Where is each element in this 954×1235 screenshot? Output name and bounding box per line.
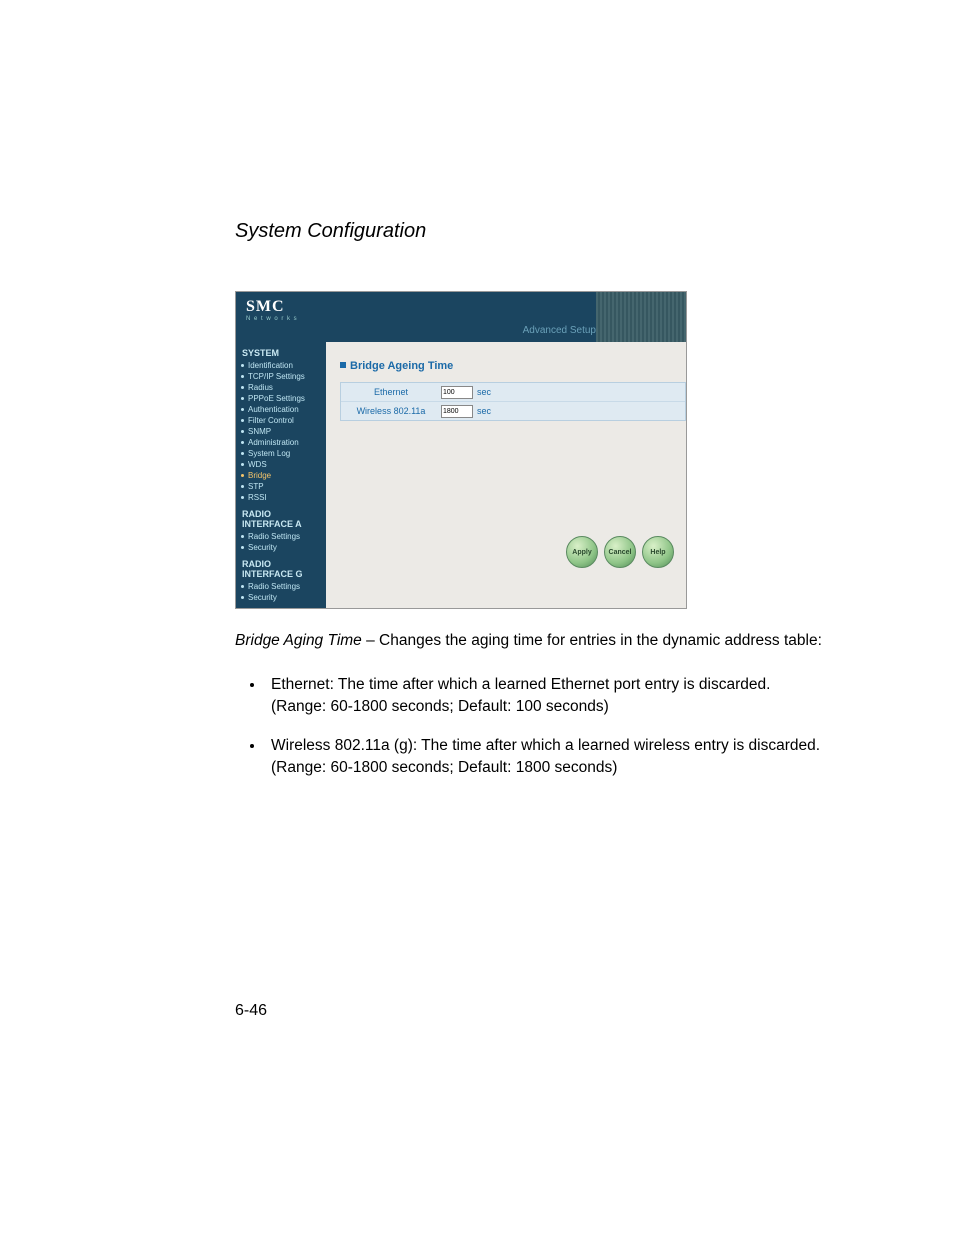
list-item: Ethernet: The time after which a learned… <box>265 674 829 719</box>
sidebar-item-stp[interactable]: STP <box>236 481 326 492</box>
sidebar-item-tcpip[interactable]: TCP/IP Settings <box>236 371 326 382</box>
sidebar-item-pppoe[interactable]: PPPoE Settings <box>236 393 326 404</box>
sidebar-item-systemlog[interactable]: System Log <box>236 448 326 459</box>
sidebar-group-radio-g: RADIO INTERFACE G <box>236 553 326 581</box>
table-row: Ethernet sec <box>341 383 685 401</box>
row-label-wireless: Wireless 802.11a <box>341 406 441 416</box>
brand-subtext: N e t w o r k s <box>246 316 298 322</box>
ethernet-age-input[interactable] <box>441 386 473 399</box>
ageing-table: Ethernet sec Wireless 802.11a sec <box>340 382 686 421</box>
sidebar-item-radio-g-security[interactable]: Security <box>236 592 326 603</box>
sidebar-item-snmp[interactable]: SNMP <box>236 426 326 437</box>
table-row: Wireless 802.11a sec <box>341 401 685 420</box>
panel-title-text: Bridge Ageing Time <box>350 360 453 372</box>
bullet-list: Ethernet: The time after which a learned… <box>235 674 829 780</box>
unit-label: sec <box>477 387 491 397</box>
intro-term: Bridge Aging Time <box>235 632 362 649</box>
sidebar-item-radio-a-settings[interactable]: Radio Settings <box>236 531 326 542</box>
sidebar-item-radio-a-security[interactable]: Security <box>236 542 326 553</box>
sidebar: SYSTEM Identification TCP/IP Settings Ra… <box>236 342 326 608</box>
sidebar-item-wds[interactable]: WDS <box>236 459 326 470</box>
list-item: Wireless 802.11a (g): The time after whi… <box>265 735 829 780</box>
row-label-ethernet: Ethernet <box>341 387 441 397</box>
sidebar-group-system: SYSTEM <box>236 342 326 360</box>
panel-title: Bridge Ageing Time <box>326 342 686 382</box>
sidebar-item-radio-g-settings[interactable]: Radio Settings <box>236 581 326 592</box>
sidebar-item-rssi[interactable]: RSSI <box>236 492 326 503</box>
header-bar: SMC N e t w o r k s Advanced Setup <box>236 292 686 342</box>
apply-button[interactable]: Apply <box>566 536 598 568</box>
content-area: Bridge Ageing Time Ethernet sec Wireless… <box>326 342 686 608</box>
brand-logo: SMC <box>246 298 285 316</box>
admin-screenshot: SMC N e t w o r k s Advanced Setup Home … <box>235 291 687 609</box>
unit-label: sec <box>477 406 491 416</box>
sidebar-item-filter[interactable]: Filter Control <box>236 415 326 426</box>
wireless-age-input[interactable] <box>441 405 473 418</box>
help-button[interactable]: Help <box>642 536 674 568</box>
button-bar: Apply Cancel Help <box>566 536 674 568</box>
sidebar-group-radio-a: RADIO INTERFACE A <box>236 503 326 531</box>
cancel-button[interactable]: Cancel <box>604 536 636 568</box>
sidebar-item-authentication[interactable]: Authentication <box>236 404 326 415</box>
sidebar-item-identification[interactable]: Identification <box>236 360 326 371</box>
intro-rest: – Changes the aging time for entries in … <box>362 632 822 649</box>
header-mode-label: Advanced Setup <box>523 325 596 336</box>
header-photo <box>596 292 686 342</box>
sidebar-item-radius[interactable]: Radius <box>236 382 326 393</box>
page-number: 6-46 <box>235 1002 267 1020</box>
sidebar-item-administration[interactable]: Administration <box>236 437 326 448</box>
intro-paragraph: Bridge Aging Time – Changes the aging ti… <box>235 631 829 652</box>
page-title: System Configuration <box>235 220 829 243</box>
bullet-icon <box>340 362 346 368</box>
sidebar-item-bridge[interactable]: Bridge <box>236 470 326 481</box>
